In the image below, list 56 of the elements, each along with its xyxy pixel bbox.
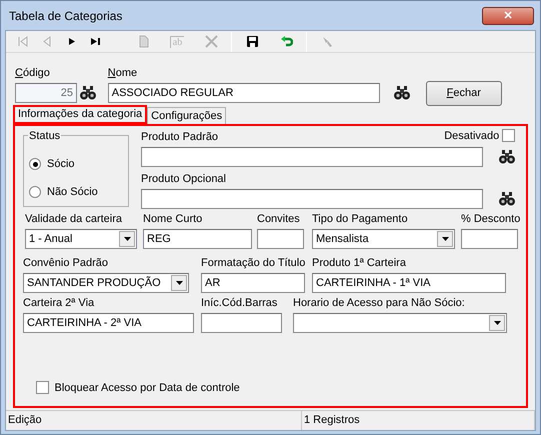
caret-icon xyxy=(442,236,448,240)
field-label: Tipo do Pagamento xyxy=(312,212,409,226)
dropdown-field[interactable]: SANTANDER PRODUÇÃO xyxy=(23,272,189,292)
status-text: 1 Registros xyxy=(302,411,535,430)
dropdown-field[interactable]: 1 - Anual xyxy=(25,228,137,248)
dropdown-field[interactable] xyxy=(293,312,507,332)
input-field[interactable] xyxy=(461,228,518,248)
nome-field[interactable]: ASSOCIADO REGULAR xyxy=(108,83,380,103)
input-field[interactable]: REG xyxy=(143,228,252,248)
radio-label: Sócio xyxy=(47,156,75,172)
field-label: Nome Curto xyxy=(143,212,204,226)
binoculars-icon[interactable] xyxy=(499,192,515,206)
field-label: Carteira 2ª Via xyxy=(23,296,96,310)
dropdown-button[interactable] xyxy=(437,230,453,246)
tab[interactable]: Informações da categoria xyxy=(13,105,148,124)
input-field[interactable] xyxy=(257,228,304,248)
field-label: Produto Opcional xyxy=(141,172,227,186)
input-field[interactable] xyxy=(141,188,483,208)
input-field[interactable]: CARTEIRINHA - 2ª VIA xyxy=(23,312,194,332)
undo-icon[interactable] xyxy=(280,35,292,48)
field-label: % Desconto xyxy=(461,212,518,226)
radio-label: Não Sócio xyxy=(47,184,98,200)
caret-icon xyxy=(176,280,182,284)
dropdown-button[interactable] xyxy=(489,314,505,330)
input-field[interactable]: AR xyxy=(201,272,305,292)
field-label: Nome xyxy=(108,66,138,80)
input-field[interactable] xyxy=(141,146,483,167)
binoculars-icon[interactable] xyxy=(394,86,410,100)
save-icon[interactable] xyxy=(246,35,258,48)
status-text: Edição xyxy=(6,411,302,430)
close-button[interactable]: Fechar xyxy=(426,81,502,106)
dropdown-button[interactable] xyxy=(171,274,187,290)
field-label: Código xyxy=(15,66,51,80)
window-title: Tabela de Categorias xyxy=(9,8,122,24)
field-label: Produto 1ª Carteira xyxy=(312,256,407,270)
caret-icon xyxy=(494,320,500,324)
field-label: Convites xyxy=(257,212,301,226)
field-label: Formatação do Título xyxy=(201,256,305,270)
field-label: Horario de Acesso para Não Sócio: xyxy=(293,296,466,310)
radio-button[interactable] xyxy=(29,186,41,198)
bloquear-checkbox[interactable]: Bloquear Acesso por Data de controle xyxy=(36,380,240,396)
field-label: Convênio Padrão xyxy=(23,256,110,270)
desativado-checkbox[interactable]: Desativado xyxy=(444,128,515,144)
tab[interactable]: Configurações xyxy=(147,107,226,124)
radio-button[interactable] xyxy=(29,158,41,170)
field-label: Produto Padrão xyxy=(141,130,218,144)
last-record-icon[interactable] xyxy=(88,35,102,48)
dropdown-field[interactable]: Mensalista xyxy=(312,228,455,248)
dropdown-button[interactable] xyxy=(119,230,135,246)
input-field[interactable]: CARTEIRINHA - 1ª VIA xyxy=(312,272,506,292)
caret-icon xyxy=(124,236,130,240)
input-field[interactable] xyxy=(201,312,282,332)
field-label: Validade da carteira xyxy=(25,212,124,226)
field-label: Iníc.Cód.Barras xyxy=(201,296,278,310)
binoculars-icon[interactable] xyxy=(499,150,515,164)
binoculars-icon[interactable] xyxy=(80,86,96,100)
